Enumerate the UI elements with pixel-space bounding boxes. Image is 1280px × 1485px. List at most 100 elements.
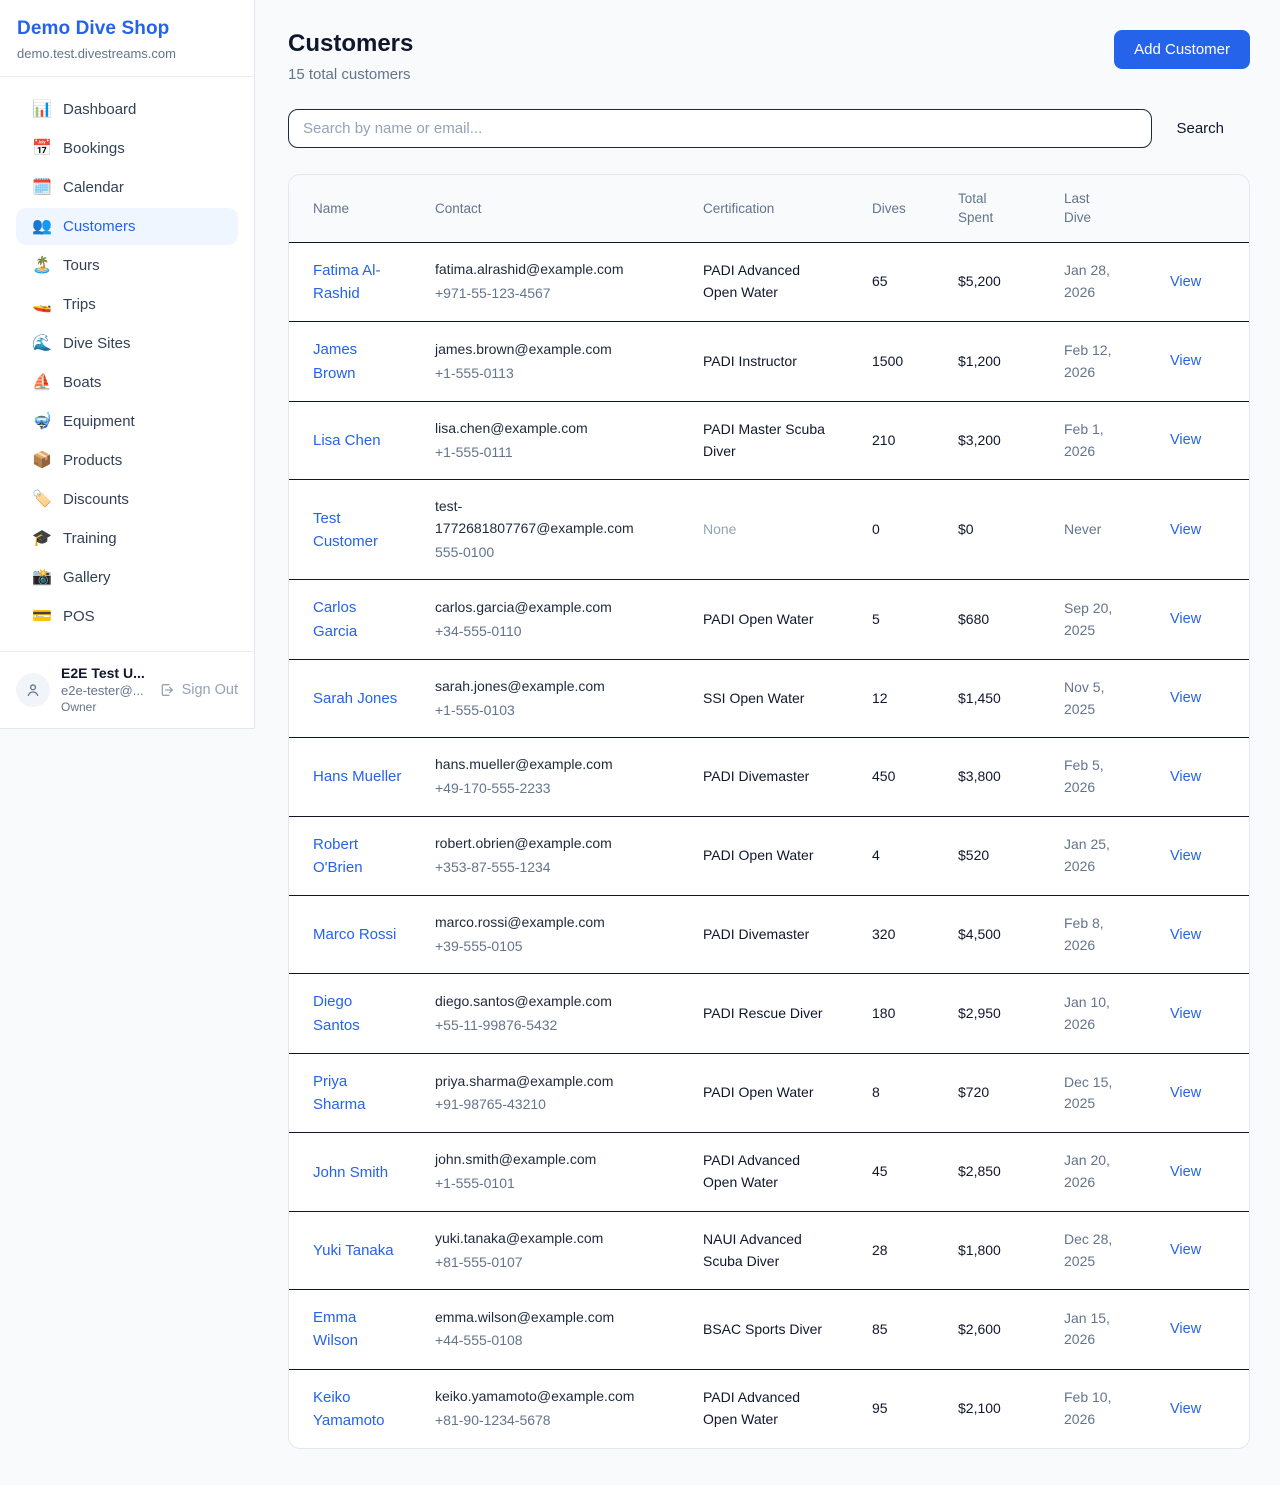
view-customer-link[interactable]: View [1170, 1401, 1201, 1417]
user-meta: E2E Test U... e2e-tester@... Owner [61, 665, 148, 714]
nav-icon: 🤿 [32, 414, 52, 430]
customer-name-link[interactable]: John Smith [313, 1164, 388, 1181]
customer-email: test-1772681807767@example.com [435, 496, 655, 539]
sidebar-item-gallery[interactable]: 📸 Gallery [16, 559, 238, 596]
customer-name-link[interactable]: Hans Mueller [313, 768, 401, 785]
customer-last-dive: Sep 20, 2025 [1064, 580, 1170, 660]
customer-last-dive: Dec 28, 2025 [1064, 1211, 1170, 1289]
customer-total-spent: $3,200 [958, 401, 1064, 479]
customer-name-link[interactable]: Keiko Yamamoto [313, 1389, 384, 1429]
customer-email: diego.santos@example.com [435, 991, 655, 1013]
customer-name-link[interactable]: Emma Wilson [313, 1309, 358, 1349]
customer-name-link[interactable]: Diego Santos [313, 993, 360, 1033]
nav-icon: 💳 [32, 609, 52, 625]
nav-icon: 🚤 [32, 297, 52, 313]
customer-email: lisa.chen@example.com [435, 418, 655, 440]
customer-dives: 0 [872, 480, 958, 580]
customer-phone: +1-555-0101 [435, 1173, 655, 1195]
sidebar-item-tours[interactable]: 🏝️ Tours [16, 247, 238, 284]
customer-email: marco.rossi@example.com [435, 912, 655, 934]
view-customer-link[interactable]: View [1170, 522, 1201, 538]
view-customer-link[interactable]: View [1170, 1164, 1201, 1180]
customer-phone: +81-90-1234-5678 [435, 1410, 655, 1432]
sidebar-item-pos[interactable]: 💳 POS [16, 598, 238, 635]
sidebar-item-label: POS [63, 608, 95, 625]
sidebar-item-boats[interactable]: ⛵ Boats [16, 364, 238, 401]
column-header-actions [1170, 175, 1250, 243]
sidebar-item-trips[interactable]: 🚤 Trips [16, 286, 238, 323]
customer-email: yuki.tanaka@example.com [435, 1228, 655, 1250]
view-customer-link[interactable]: View [1170, 432, 1201, 448]
customer-name-link[interactable]: James Brown [313, 341, 357, 381]
customer-name-link[interactable]: Robert O'Brien [313, 836, 363, 876]
customer-last-dive: Dec 15, 2025 [1064, 1053, 1170, 1133]
sidebar-item-dashboard[interactable]: 📊 Dashboard [16, 91, 238, 128]
customer-certification: SSI Open Water [703, 690, 804, 706]
sidebar-item-discounts[interactable]: 🏷️ Discounts [16, 481, 238, 518]
view-customer-link[interactable]: View [1170, 848, 1201, 864]
customer-name-link[interactable]: Fatima Al-Rashid [313, 262, 381, 302]
customer-phone: +91-98765-43210 [435, 1094, 655, 1116]
add-customer-button[interactable]: Add Customer [1114, 30, 1250, 69]
customer-email: hans.mueller@example.com [435, 754, 655, 776]
sidebar-item-products[interactable]: 📦 Products [16, 442, 238, 479]
page-title: Customers [288, 30, 413, 59]
customer-row: James Brown james.brown@example.com +1-5… [289, 322, 1250, 402]
view-customer-link[interactable]: View [1170, 1006, 1201, 1022]
view-customer-link[interactable]: View [1170, 274, 1201, 290]
customer-name-link[interactable]: Test Customer [313, 510, 378, 550]
sidebar-item-calendar[interactable]: 🗓️ Calendar [16, 169, 238, 206]
customer-certification: PADI Advanced Open Water [703, 262, 800, 300]
customer-name-link[interactable]: Lisa Chen [313, 432, 381, 449]
nav-icon: 📅 [32, 141, 52, 157]
sidebar-item-bookings[interactable]: 📅 Bookings [16, 130, 238, 167]
customer-certification: PADI Instructor [703, 353, 797, 369]
user-email: e2e-tester@... [61, 683, 148, 698]
customer-dives: 95 [872, 1369, 958, 1448]
view-customer-link[interactable]: View [1170, 1321, 1201, 1337]
customer-name-link[interactable]: Sarah Jones [313, 690, 397, 707]
customer-certification: BSAC Sports Diver [703, 1321, 822, 1337]
customer-total-spent: $3,800 [958, 738, 1064, 816]
view-customer-link[interactable]: View [1170, 769, 1201, 785]
main-content: Customers 15 total customers Add Custome… [256, 0, 1280, 1485]
sidebar-item-label: Bookings [63, 140, 125, 157]
search-input[interactable] [288, 109, 1152, 148]
customer-email: priya.sharma@example.com [435, 1071, 655, 1093]
customer-name-link[interactable]: Priya Sharma [313, 1073, 366, 1113]
view-customer-link[interactable]: View [1170, 927, 1201, 943]
customer-total-spent: $4,500 [958, 896, 1064, 974]
sidebar-item-dive-sites[interactable]: 🌊 Dive Sites [16, 325, 238, 362]
view-customer-link[interactable]: View [1170, 1242, 1201, 1258]
sidebar-item-customers[interactable]: 👥 Customers [16, 208, 238, 245]
sign-out-button[interactable]: Sign Out [159, 682, 238, 698]
customer-phone: 555-0100 [435, 542, 655, 564]
customer-dives: 1500 [872, 322, 958, 402]
sidebar-item-equipment[interactable]: 🤿 Equipment [16, 403, 238, 440]
customer-phone: +353-87-555-1234 [435, 857, 655, 879]
view-customer-link[interactable]: View [1170, 353, 1201, 369]
customer-row: Hans Mueller hans.mueller@example.com +4… [289, 738, 1250, 816]
customer-certification: None [703, 521, 736, 537]
search-button[interactable]: Search [1152, 120, 1250, 137]
customer-name-link[interactable]: Yuki Tanaka [313, 1242, 394, 1259]
customer-name-link[interactable]: Carlos Garcia [313, 599, 357, 639]
customer-last-dive: Feb 12, 2026 [1064, 322, 1170, 402]
customer-phone: +49-170-555-2233 [435, 778, 655, 800]
customer-dives: 320 [872, 896, 958, 974]
sidebar-item-label: Tours [63, 257, 100, 274]
customer-dives: 450 [872, 738, 958, 816]
customer-certification: PADI Open Water [703, 847, 813, 863]
customer-phone: +1-555-0113 [435, 363, 655, 385]
customer-last-dive: Never [1064, 480, 1170, 580]
customer-name-link[interactable]: Marco Rossi [313, 926, 396, 943]
column-header-name: Name [289, 175, 435, 243]
customer-total-spent: $680 [958, 580, 1064, 660]
view-customer-link[interactable]: View [1170, 1085, 1201, 1101]
customer-last-dive: Feb 10, 2026 [1064, 1369, 1170, 1448]
column-header-certification: Certification [703, 175, 872, 243]
view-customer-link[interactable]: View [1170, 690, 1201, 706]
sidebar-item-training[interactable]: 🎓 Training [16, 520, 238, 557]
customer-last-dive: Feb 8, 2026 [1064, 896, 1170, 974]
view-customer-link[interactable]: View [1170, 611, 1201, 627]
